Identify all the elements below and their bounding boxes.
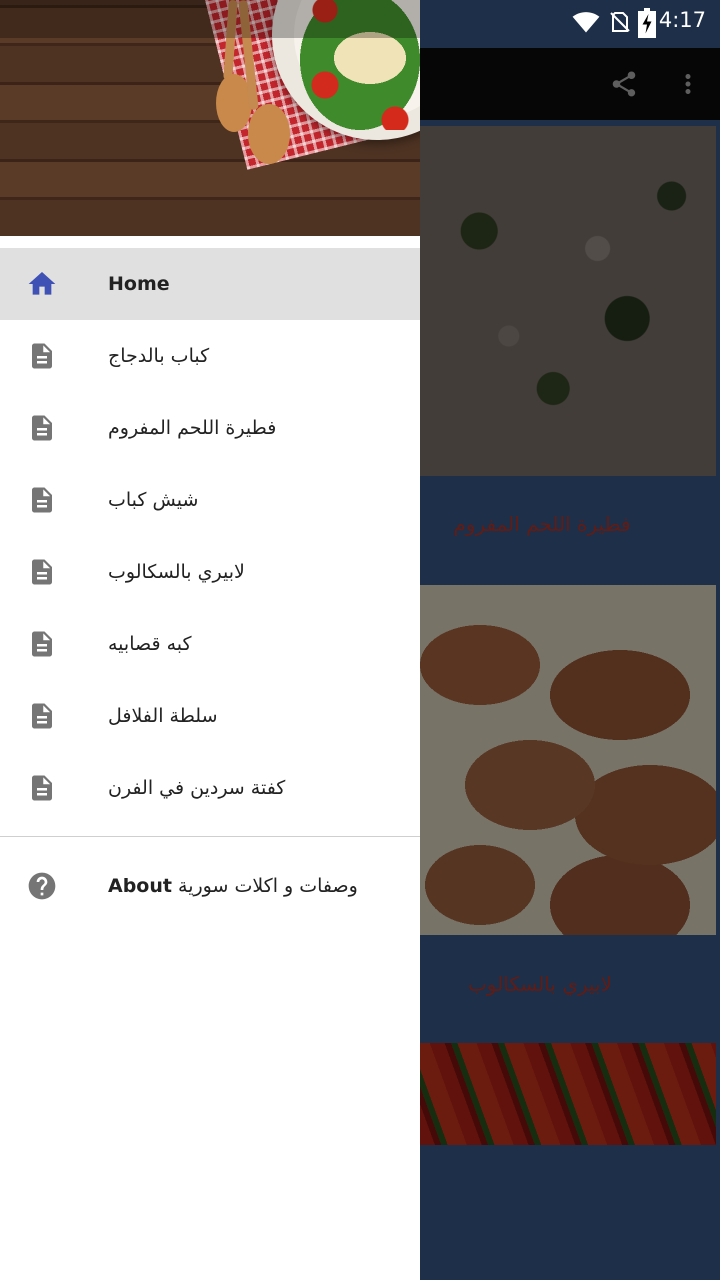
drawer-item-label: سلطة الفلافل — [108, 705, 218, 727]
about-app-name: وصفات و اكلات سورية — [178, 875, 358, 897]
about-label: About وصفات و اكلات سورية — [108, 850, 358, 922]
food-table-photo — [0, 0, 420, 236]
wifi-icon — [570, 8, 602, 40]
drawer-item-recipe[interactable]: سلطة الفلافل — [0, 680, 420, 752]
drawer-divider — [0, 836, 420, 837]
about-prefix: About — [108, 875, 172, 897]
drawer-item-recipe[interactable]: كفتة سردين في الفرن — [0, 752, 420, 824]
drawer-item-label: فطيرة اللحم المفروم — [108, 417, 277, 439]
drawer-item-label: لابيري بالسكالوب — [108, 561, 245, 583]
document-icon — [26, 772, 58, 804]
drawer-item-recipe[interactable]: شيش كباب — [0, 464, 420, 536]
drawer-item-recipe[interactable]: كبه قصابيه — [0, 608, 420, 680]
drawer-item-recipe[interactable]: لابيري بالسكالوب — [0, 536, 420, 608]
drawer-menu: Home كباب بالدجاج فطيرة اللحم المفروم شي… — [0, 248, 420, 824]
document-icon — [26, 340, 58, 372]
document-icon — [26, 628, 58, 660]
header-shade — [0, 0, 420, 38]
drawer-item-recipe[interactable]: كباب بالدجاج — [0, 320, 420, 392]
help-icon — [26, 870, 58, 902]
status-time: 4:17 — [658, 8, 706, 32]
home-icon — [26, 268, 58, 300]
drawer-item-label: شيش كباب — [108, 489, 199, 511]
drawer-item-home[interactable]: Home — [0, 248, 420, 320]
document-icon — [26, 484, 58, 516]
spoon — [248, 104, 290, 164]
document-icon — [26, 700, 58, 732]
drawer-item-label: Home — [108, 273, 170, 295]
navigation-drawer: Home كباب بالدجاج فطيرة اللحم المفروم شي… — [0, 0, 420, 1280]
document-icon — [26, 556, 58, 588]
document-icon — [26, 412, 58, 444]
drawer-item-label: كباب بالدجاج — [108, 345, 210, 367]
drawer-item-about[interactable]: About وصفات و اكلات سورية — [0, 850, 420, 922]
no-sim-icon — [608, 8, 632, 40]
drawer-item-label: كبه قصابيه — [108, 633, 192, 655]
drawer-item-label: كفتة سردين في الفرن — [108, 777, 286, 799]
battery-charging-icon — [638, 8, 656, 42]
drawer-item-recipe[interactable]: فطيرة اللحم المفروم — [0, 392, 420, 464]
